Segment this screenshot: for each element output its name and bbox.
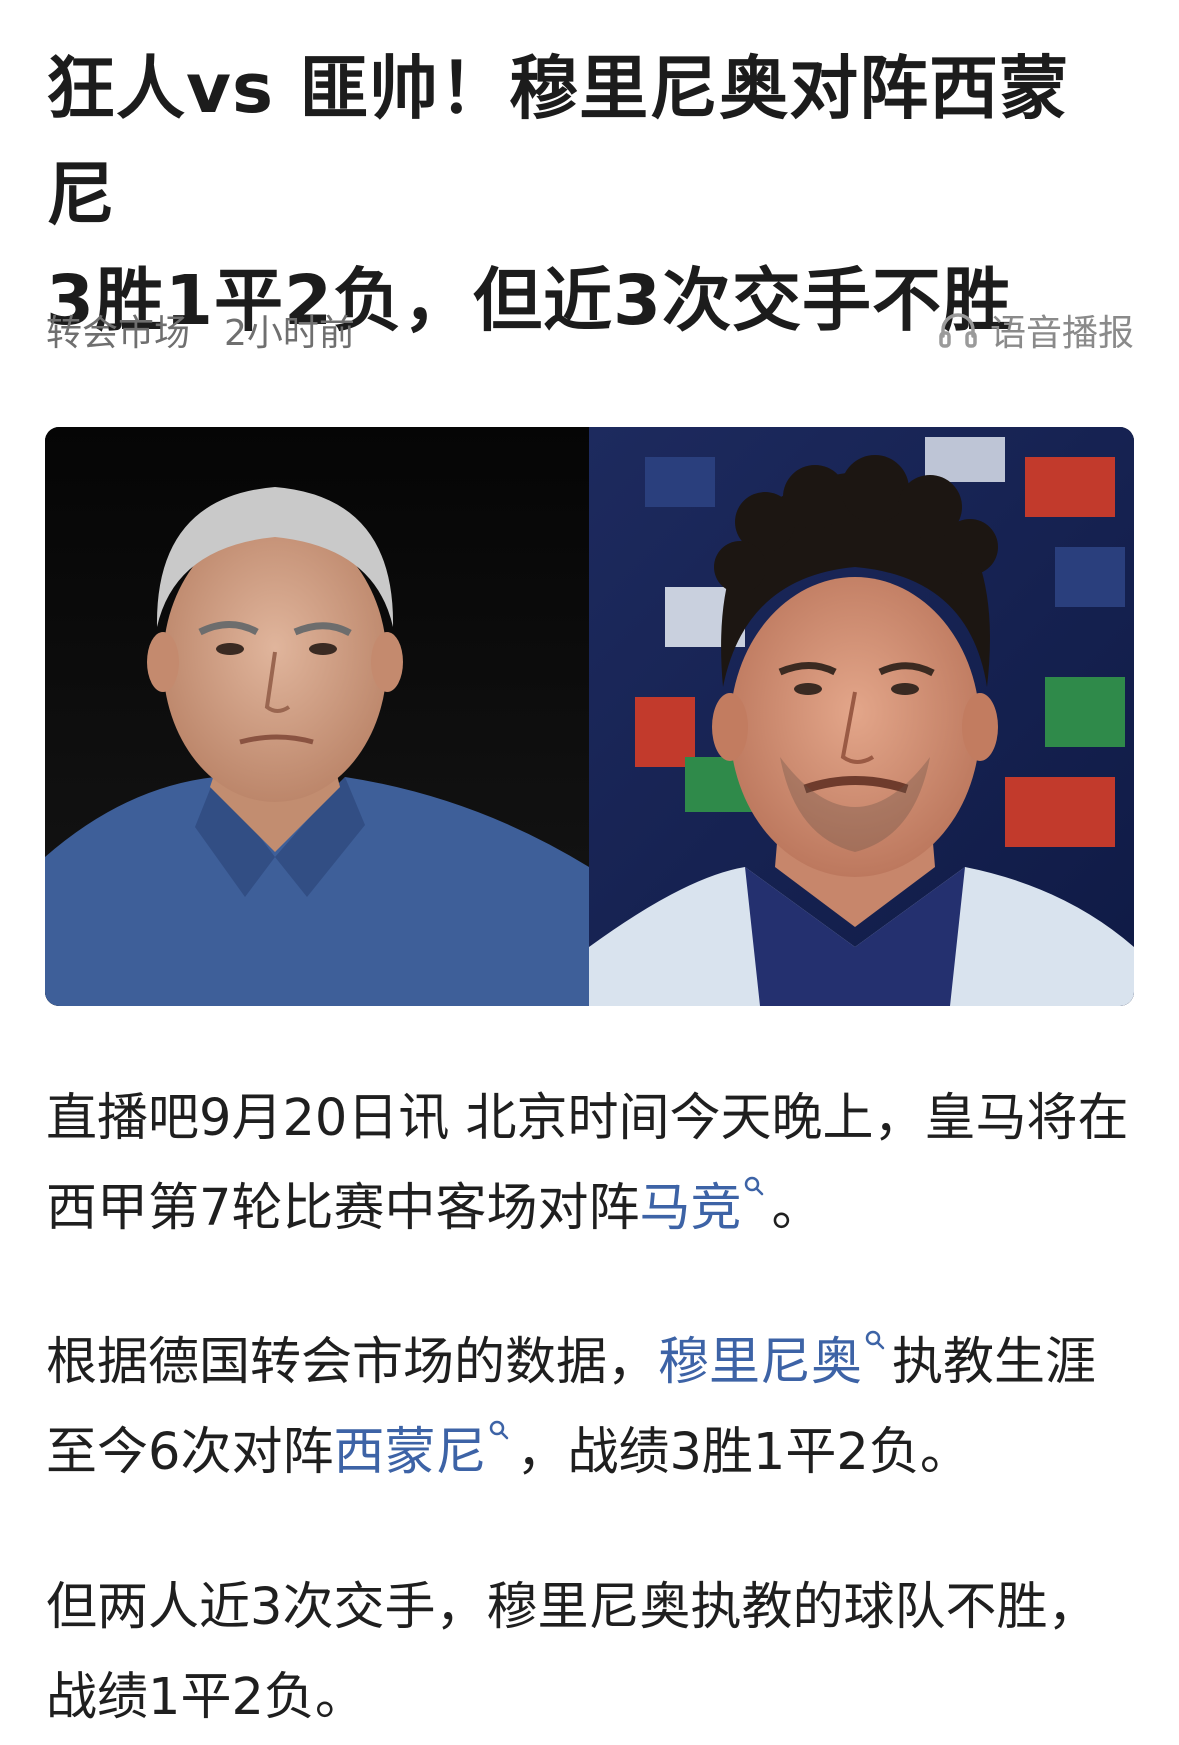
audio-broadcast-button[interactable]: 语音播报 [938, 304, 1134, 356]
article-meta: 转会市场 2小时前 语音播报 [46, 300, 1134, 360]
source-label[interactable]: 转会市场 [46, 304, 190, 356]
publish-time: 2小时前 [224, 313, 355, 354]
paragraph-2-text: 根据德国转会市场的数据， [46, 1333, 659, 1392]
keyword-link-atletico[interactable]: 马竞 [639, 1179, 741, 1238]
paragraph-2-text-end: ，战绩3胜1平2负。 [516, 1423, 971, 1482]
keyword-link-mourinho[interactable]: 穆里尼奥 [658, 1333, 862, 1392]
title-line-1: 狂人vs 匪帅！穆里尼奥对阵西蒙尼 [46, 49, 1070, 235]
right-portrait [589, 427, 1134, 1006]
hero-image[interactable] [45, 427, 1134, 1006]
paragraph-1-text: 直播吧9月20日讯 北京时间今天晚上，皇马将在西甲第7轮比赛中客场对阵 [46, 1089, 1129, 1238]
headphones-icon [939, 313, 977, 348]
search-icon[interactable] [488, 1419, 510, 1441]
article-page: 狂人vs 匪帅！穆里尼奥对阵西蒙尼 3胜1平2负，但近3次交手不胜 转会市场 2… [0, 0, 1179, 1745]
paragraph-3: 但两人近3次交手，穆里尼奥执教的球队不胜，战绩1平2负。 [46, 1578, 1099, 1727]
paragraph-1-end: 。 [771, 1179, 823, 1238]
paragraph-1: 直播吧9月20日讯 北京时间今天晚上，皇马将在西甲第7轮比赛中客场对阵马竞。 [46, 1074, 1146, 1254]
coaches-photo [45, 427, 1134, 1006]
search-icon[interactable] [864, 1329, 886, 1351]
audio-broadcast-label: 语音播报 [989, 313, 1134, 354]
left-portrait [45, 427, 589, 1006]
paragraph-2: 根据德国转会市场的数据，穆里尼奥 执教生涯至今6次对阵西蒙尼 ，战绩3胜1平2负。 [46, 1318, 1146, 1498]
keyword-link-simeone[interactable]: 西蒙尼 [333, 1423, 486, 1482]
search-icon[interactable] [743, 1175, 765, 1197]
